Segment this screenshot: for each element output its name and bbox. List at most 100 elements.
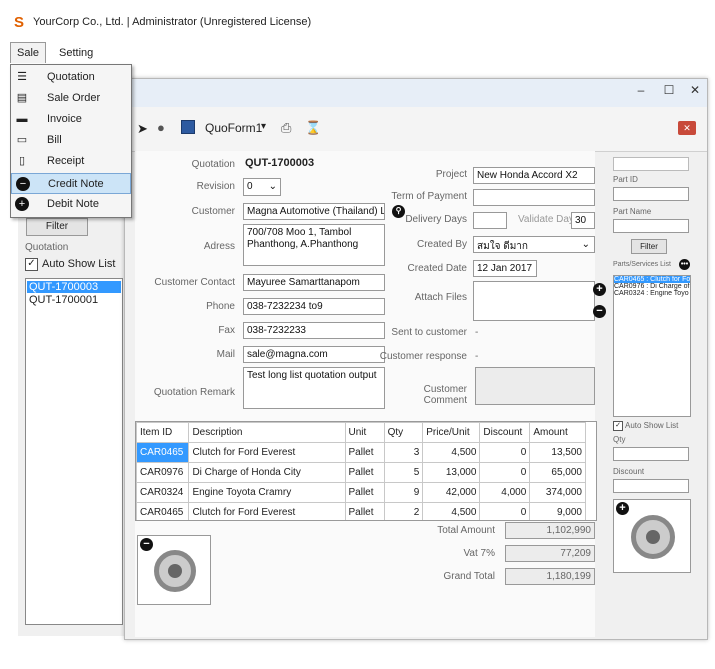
- revision-label: Revision: [196, 181, 235, 192]
- delivery-field[interactable]: [473, 212, 507, 229]
- customer-field[interactable]: Magna Automotive (Thailand) Ltd.: [243, 203, 385, 220]
- auto-show-checkbox[interactable]: ✓: [25, 258, 38, 271]
- cell-price[interactable]: 4,500: [422, 502, 481, 520]
- save-icon[interactable]: [181, 120, 195, 134]
- partname-field[interactable]: [613, 219, 689, 233]
- maximize-button[interactable]: ☐: [659, 83, 679, 101]
- cell-unit[interactable]: Pallet: [344, 442, 385, 463]
- print-icon[interactable]: ⎙: [281, 120, 291, 136]
- validate-field[interactable]: 30: [571, 212, 595, 229]
- close-button[interactable]: ✕: [685, 83, 705, 101]
- parts-list-item[interactable]: CAR0976 : Di Charge of: [614, 283, 690, 290]
- contact-field[interactable]: Mayuree Samarttanapom: [243, 274, 385, 291]
- items-table[interactable]: Item ID Description Unit Qty Price/Unit …: [135, 421, 597, 521]
- more-icon[interactable]: •••: [679, 259, 690, 270]
- quotation-window: – ☐ ✕ ➤ ● QuoForm1 ▾ ⎙ ⌛ ✕ Quotation QUT…: [124, 78, 708, 640]
- col-description[interactable]: Description: [188, 422, 346, 443]
- cell-qty[interactable]: 2: [383, 502, 424, 520]
- delivery-label: Delivery Days: [405, 214, 467, 225]
- cell-item-id[interactable]: CAR0324: [136, 482, 190, 503]
- send-icon[interactable]: ➤: [137, 121, 148, 137]
- cell-item-id[interactable]: CAR0465: [136, 502, 190, 520]
- cell-price[interactable]: 4,500: [422, 442, 481, 463]
- sent-label: Sent to customer: [391, 327, 467, 338]
- address-field[interactable]: 700/708 Moo 1, Tambol Phanthong, A.Phant…: [243, 224, 385, 266]
- chevron-down-icon[interactable]: ▾: [261, 121, 266, 132]
- parts-auto-show-checkbox[interactable]: ✓: [613, 421, 623, 431]
- sent-value: -: [475, 327, 479, 338]
- menu-item-bill[interactable]: ▭ Bill: [11, 130, 131, 151]
- col-unit[interactable]: Unit: [344, 422, 385, 443]
- parts-list-item[interactable]: CAR0465 : Clutch for Fo: [614, 276, 690, 283]
- cell-description[interactable]: Di Charge of Honda City: [188, 462, 346, 483]
- table-row[interactable]: CAR0324 Engine Toyota Cramry Pallet 9 42…: [136, 482, 586, 503]
- remove-file-icon[interactable]: −: [593, 305, 606, 318]
- cell-unit[interactable]: Pallet: [344, 462, 385, 483]
- cell-qty[interactable]: 3: [383, 442, 424, 463]
- createddate-picker[interactable]: 12 Jan 2017: [473, 260, 537, 277]
- remark-field[interactable]: Test long list quotation output: [243, 367, 385, 409]
- cell-item-id[interactable]: CAR0465: [136, 442, 190, 463]
- menu-item-credit-note[interactable]: − Credit Note: [11, 173, 131, 194]
- grand-total-value: 1,180,199: [505, 568, 595, 585]
- form-name[interactable]: QuoForm1: [205, 121, 262, 135]
- parts-list-label: Parts/Services List: [613, 261, 671, 268]
- table-row[interactable]: CAR0465 Clutch for Ford Everest Pallet 3…: [136, 442, 586, 463]
- cell-item-id[interactable]: CAR0976: [136, 462, 190, 483]
- col-amount[interactable]: Amount: [529, 422, 586, 443]
- add-image-icon[interactable]: +: [616, 502, 629, 515]
- phone-field[interactable]: 038-7232234 to9: [243, 298, 385, 315]
- col-qty[interactable]: Qty: [383, 422, 424, 443]
- cell-description[interactable]: Clutch for Ford Everest: [188, 502, 346, 520]
- col-item-id[interactable]: Item ID: [136, 422, 190, 443]
- partid-field[interactable]: [613, 187, 689, 201]
- minimize-button[interactable]: –: [631, 83, 651, 101]
- menu-sale[interactable]: Sale: [10, 42, 47, 63]
- qty-field[interactable]: [613, 447, 689, 461]
- cell-description[interactable]: Clutch for Ford Everest: [188, 442, 346, 463]
- cell-price[interactable]: 42,000: [422, 482, 481, 503]
- cell-discount[interactable]: 0: [479, 462, 531, 483]
- cell-discount[interactable]: 0: [479, 502, 531, 520]
- term-field[interactable]: [473, 189, 595, 206]
- quotation-listbox[interactable]: QUT-1700003 QUT-1700001: [25, 278, 123, 625]
- table-row[interactable]: CAR0465 Clutch for Ford Everest Pallet 2…: [136, 502, 586, 520]
- project-field[interactable]: New Honda Accord X2: [473, 167, 595, 184]
- cell-unit[interactable]: Pallet: [344, 482, 385, 503]
- menu-item-quotation[interactable]: ☰ Quotation: [11, 67, 131, 88]
- fax-field[interactable]: 038-7232233: [243, 322, 385, 339]
- quotation-list-item[interactable]: QUT-1700001: [27, 294, 121, 306]
- left-filter-button[interactable]: Filter: [26, 218, 88, 236]
- remove-image-icon[interactable]: −: [140, 538, 153, 551]
- revision-select[interactable]: 0 ⌄: [243, 178, 281, 196]
- attach-files-box[interactable]: [473, 281, 595, 321]
- menu-item-invoice[interactable]: ▬ Invoice: [11, 109, 131, 130]
- parts-listbox[interactable]: CAR0465 : Clutch for Fo CAR0976 : Di Cha…: [613, 275, 691, 417]
- cell-price[interactable]: 13,000: [422, 462, 481, 483]
- parts-list-item[interactable]: CAR0324 : Engine Toyo: [614, 290, 690, 297]
- menu-setting[interactable]: Setting: [52, 42, 100, 64]
- table-row[interactable]: CAR0976 Di Charge of Honda City Pallet 5…: [136, 462, 586, 483]
- cell-discount[interactable]: 0: [479, 442, 531, 463]
- quotation-label: Quotation: [191, 159, 235, 170]
- cell-unit[interactable]: Pallet: [344, 502, 385, 520]
- mail-field[interactable]: sale@magna.com: [243, 346, 385, 363]
- cell-qty[interactable]: 5: [383, 462, 424, 483]
- menu-item-debit-note[interactable]: + Debit Note: [11, 194, 131, 215]
- comment-icon[interactable]: ●: [157, 120, 165, 135]
- cell-description[interactable]: Engine Toyota Cramry: [188, 482, 346, 503]
- cell-qty[interactable]: 9: [383, 482, 424, 503]
- project-label: Project: [435, 169, 467, 180]
- col-price[interactable]: Price/Unit: [422, 422, 481, 443]
- col-discount[interactable]: Discount: [479, 422, 531, 443]
- parts-filter-button[interactable]: Filter: [631, 239, 667, 254]
- add-file-icon[interactable]: +: [593, 283, 606, 296]
- discount-field[interactable]: [613, 479, 689, 493]
- hourglass-icon: ⌛: [305, 120, 322, 135]
- menu-item-receipt[interactable]: ▯ Receipt: [11, 151, 131, 172]
- quotation-list-item[interactable]: QUT-1700003: [27, 281, 121, 293]
- cell-discount[interactable]: 4,000: [479, 482, 531, 503]
- form-close-icon[interactable]: ✕: [678, 121, 696, 135]
- menu-item-sale-order[interactable]: ▤ Sale Order: [11, 88, 131, 109]
- createdby-select[interactable]: สมใจ ดีมาก ⌄: [473, 236, 595, 253]
